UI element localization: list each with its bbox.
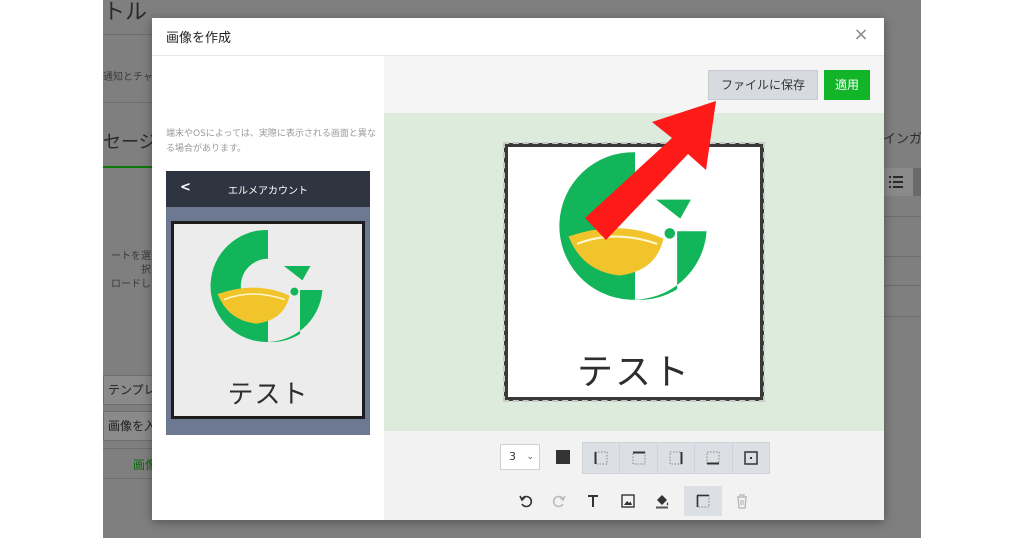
border-left-icon[interactable] xyxy=(583,443,621,473)
redo-icon[interactable] xyxy=(543,486,575,516)
create-image-modal: 画像を作成 × 端末やOSによっては、実際に表示される画面と異なる場合があります… xyxy=(152,18,884,520)
modal-header: 画像を作成 × xyxy=(152,18,884,56)
modal-title: 画像を作成 xyxy=(166,31,232,46)
border-color-swatch[interactable] xyxy=(556,450,570,464)
text-icon[interactable] xyxy=(577,486,609,516)
border-size-select[interactable]: 3 ⌄ xyxy=(500,444,540,470)
bg-drop-hint-line1: ートを選択 xyxy=(111,251,151,276)
logo-icon xyxy=(210,229,324,343)
bg-template-button: テンプレ xyxy=(103,375,153,405)
apply-button[interactable]: 適用 xyxy=(824,70,870,100)
trash-icon[interactable] xyxy=(726,486,758,516)
editor-top-toolbar: ファイルに保存 適用 xyxy=(384,56,884,113)
bg-image-button: 画像を入 xyxy=(103,411,153,441)
border-side-group xyxy=(582,442,770,474)
bg-page-title: トル xyxy=(103,0,148,25)
preview-image: テスト xyxy=(171,221,365,419)
divider xyxy=(103,34,153,35)
image-icon[interactable] xyxy=(612,486,644,516)
bg-heading: セージ xyxy=(103,132,157,153)
border-all-icon[interactable] xyxy=(733,443,769,473)
logo-icon xyxy=(559,152,709,300)
bg-drop-hint: ートを選択 ロードし xyxy=(103,250,151,292)
chevron-down-icon: ⌄ xyxy=(526,452,534,462)
bg-panel-edge xyxy=(913,168,921,196)
undo-icon[interactable] xyxy=(510,486,542,516)
preview-image-text: テスト xyxy=(227,380,309,410)
bg-select xyxy=(883,256,921,286)
border-icon[interactable] xyxy=(684,486,722,516)
divider xyxy=(103,478,153,479)
bg-right-label: インガー xyxy=(883,132,921,147)
phone-header: < エルメアカウント xyxy=(166,171,370,207)
divider xyxy=(103,448,153,449)
image-canvas[interactable]: テスト xyxy=(503,142,765,402)
border-top-icon[interactable] xyxy=(620,443,658,473)
canvas-text[interactable]: テスト xyxy=(508,343,760,395)
bg-note: 通知とチャ xyxy=(103,72,153,83)
preview-panel: 端末やOSによっては、実際に表示される画面と異なる場合があります。 < エルメア… xyxy=(152,56,384,520)
divider xyxy=(883,216,921,217)
divider xyxy=(103,102,153,103)
border-toolbar: 3 ⌄ xyxy=(384,442,884,474)
save-to-file-button[interactable]: ファイルに保存 xyxy=(708,70,818,100)
phone-preview: < エルメアカウント テスト xyxy=(166,171,370,435)
bg-list-icon xyxy=(883,168,913,196)
divider xyxy=(883,316,921,317)
edit-toolbar xyxy=(384,486,884,518)
phone-account-name: エルメアカウント xyxy=(228,186,308,197)
fill-icon[interactable] xyxy=(646,486,678,516)
editor-panel: ファイルに保存 適用 テスト 3 ⌄ xyxy=(384,56,884,520)
canvas-area: テスト xyxy=(384,113,884,431)
bg-drop-hint-line2: ロードし xyxy=(111,279,151,290)
bg-tab-underline xyxy=(103,166,153,168)
border-bottom-icon[interactable] xyxy=(695,443,733,473)
border-size-value: 3 xyxy=(509,450,516,463)
preview-note: 端末やOSによっては、実際に表示される画面と異なる場合があります。 xyxy=(166,129,376,154)
close-icon[interactable]: × xyxy=(852,26,870,44)
border-right-icon[interactable] xyxy=(658,443,696,473)
